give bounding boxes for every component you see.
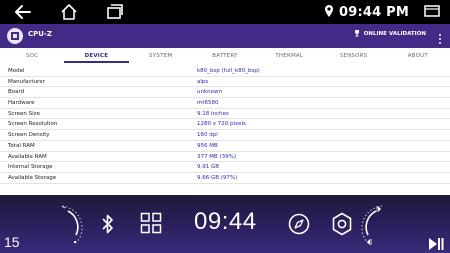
- info-key: Screen Size: [8, 110, 40, 117]
- info-value: unknown: [197, 89, 222, 96]
- info-key: Available RAM: [8, 153, 47, 160]
- info-value: 1280 x 720 pixels: [197, 121, 246, 128]
- info-value: 377 MB (39%): [197, 153, 237, 160]
- table-row: Internal Storage 9.91 GB: [0, 162, 450, 173]
- tab-soc[interactable]: SOC: [0, 48, 64, 63]
- home-icon[interactable]: [60, 3, 78, 25]
- table-row: Total RAM 956 MB: [0, 141, 450, 152]
- info-value: 9.66 GB (97%): [197, 174, 238, 181]
- info-value: mt6580: [197, 100, 219, 107]
- page-number: 15: [4, 234, 20, 250]
- overflow-menu-icon[interactable]: [438, 30, 442, 44]
- app-title: CPU-Z: [28, 30, 52, 38]
- table-row: Hardware mt6580: [0, 98, 450, 109]
- info-value: 160 dpi: [197, 132, 218, 139]
- tab-about[interactable]: ABOUT: [386, 48, 450, 63]
- app-bar: CPU-Z ONLINE VALIDATION: [0, 24, 450, 48]
- trophy-icon: [353, 29, 361, 39]
- info-key: Screen Resolution: [8, 121, 58, 128]
- volume-dial-right-icon[interactable]: [360, 203, 386, 251]
- tab-sensors[interactable]: SENSORS: [321, 48, 385, 63]
- device-info-table: Model k80_bsp (full_k80_bsp) Manufacturer…: [0, 63, 450, 195]
- info-value: 956 MB: [197, 142, 218, 149]
- tab-thermal[interactable]: THERMAL: [257, 48, 321, 63]
- info-value: 9.18 inches: [197, 110, 229, 117]
- tab-bar: SOC DEVICE SYSTEM BATTERY THERMAL SENSOR…: [0, 48, 450, 63]
- compass-icon[interactable]: [288, 213, 310, 239]
- status-clock: 09:44 PM: [339, 5, 409, 20]
- table-row: Available Storage 9.66 GB (97%): [0, 173, 450, 184]
- info-key: Internal Storage: [8, 164, 53, 171]
- table-row: Board unknown: [0, 87, 450, 99]
- table-row: Model k80_bsp (full_k80_bsp): [0, 66, 450, 77]
- bluetooth-icon[interactable]: [100, 213, 116, 239]
- table-row: Available RAM 377 MB (39%): [0, 152, 450, 163]
- info-key: Model: [8, 68, 25, 74]
- back-icon[interactable]: [14, 3, 34, 25]
- info-key: Total RAM: [8, 142, 35, 149]
- cpuz-logo-icon: [7, 28, 23, 44]
- recents-icon[interactable]: [106, 3, 124, 25]
- location-icon: [324, 3, 334, 22]
- window-icon[interactable]: [424, 3, 440, 22]
- dock-clock: 09:44: [194, 208, 257, 235]
- info-key: Available Storage: [8, 174, 57, 181]
- tab-device[interactable]: DEVICE: [64, 48, 129, 63]
- info-value: alps: [197, 78, 209, 85]
- tab-system[interactable]: SYSTEM: [129, 48, 193, 63]
- settings-icon[interactable]: [331, 212, 353, 240]
- table-row: Screen Resolution 1280 x 720 pixels: [0, 119, 450, 131]
- tab-battery[interactable]: BATTERY: [193, 48, 257, 63]
- info-key: Manufacturer: [8, 78, 45, 85]
- info-key: Hardware: [8, 100, 35, 107]
- info-key: Screen Density: [8, 132, 50, 139]
- table-row: Manufacturer alps: [0, 77, 450, 88]
- play-pause-icon[interactable]: [428, 236, 444, 253]
- online-validation-button[interactable]: ONLINE VALIDATION: [353, 29, 426, 39]
- table-row: Screen Size 9.18 inches: [0, 109, 450, 120]
- status-bar: 09:44 PM: [0, 0, 450, 24]
- volume-dial-left-icon[interactable]: [58, 203, 84, 251]
- apps-grid-icon[interactable]: [140, 212, 162, 238]
- table-row: Screen Density 160 dpi: [0, 130, 450, 141]
- info-value: k80_bsp (full_k80_bsp): [197, 68, 260, 74]
- online-validation-label: ONLINE VALIDATION: [363, 31, 426, 37]
- launcher-dock: 15 09:44: [0, 195, 450, 253]
- info-value: 9.91 GB: [197, 164, 220, 171]
- info-key: Board: [8, 89, 25, 96]
